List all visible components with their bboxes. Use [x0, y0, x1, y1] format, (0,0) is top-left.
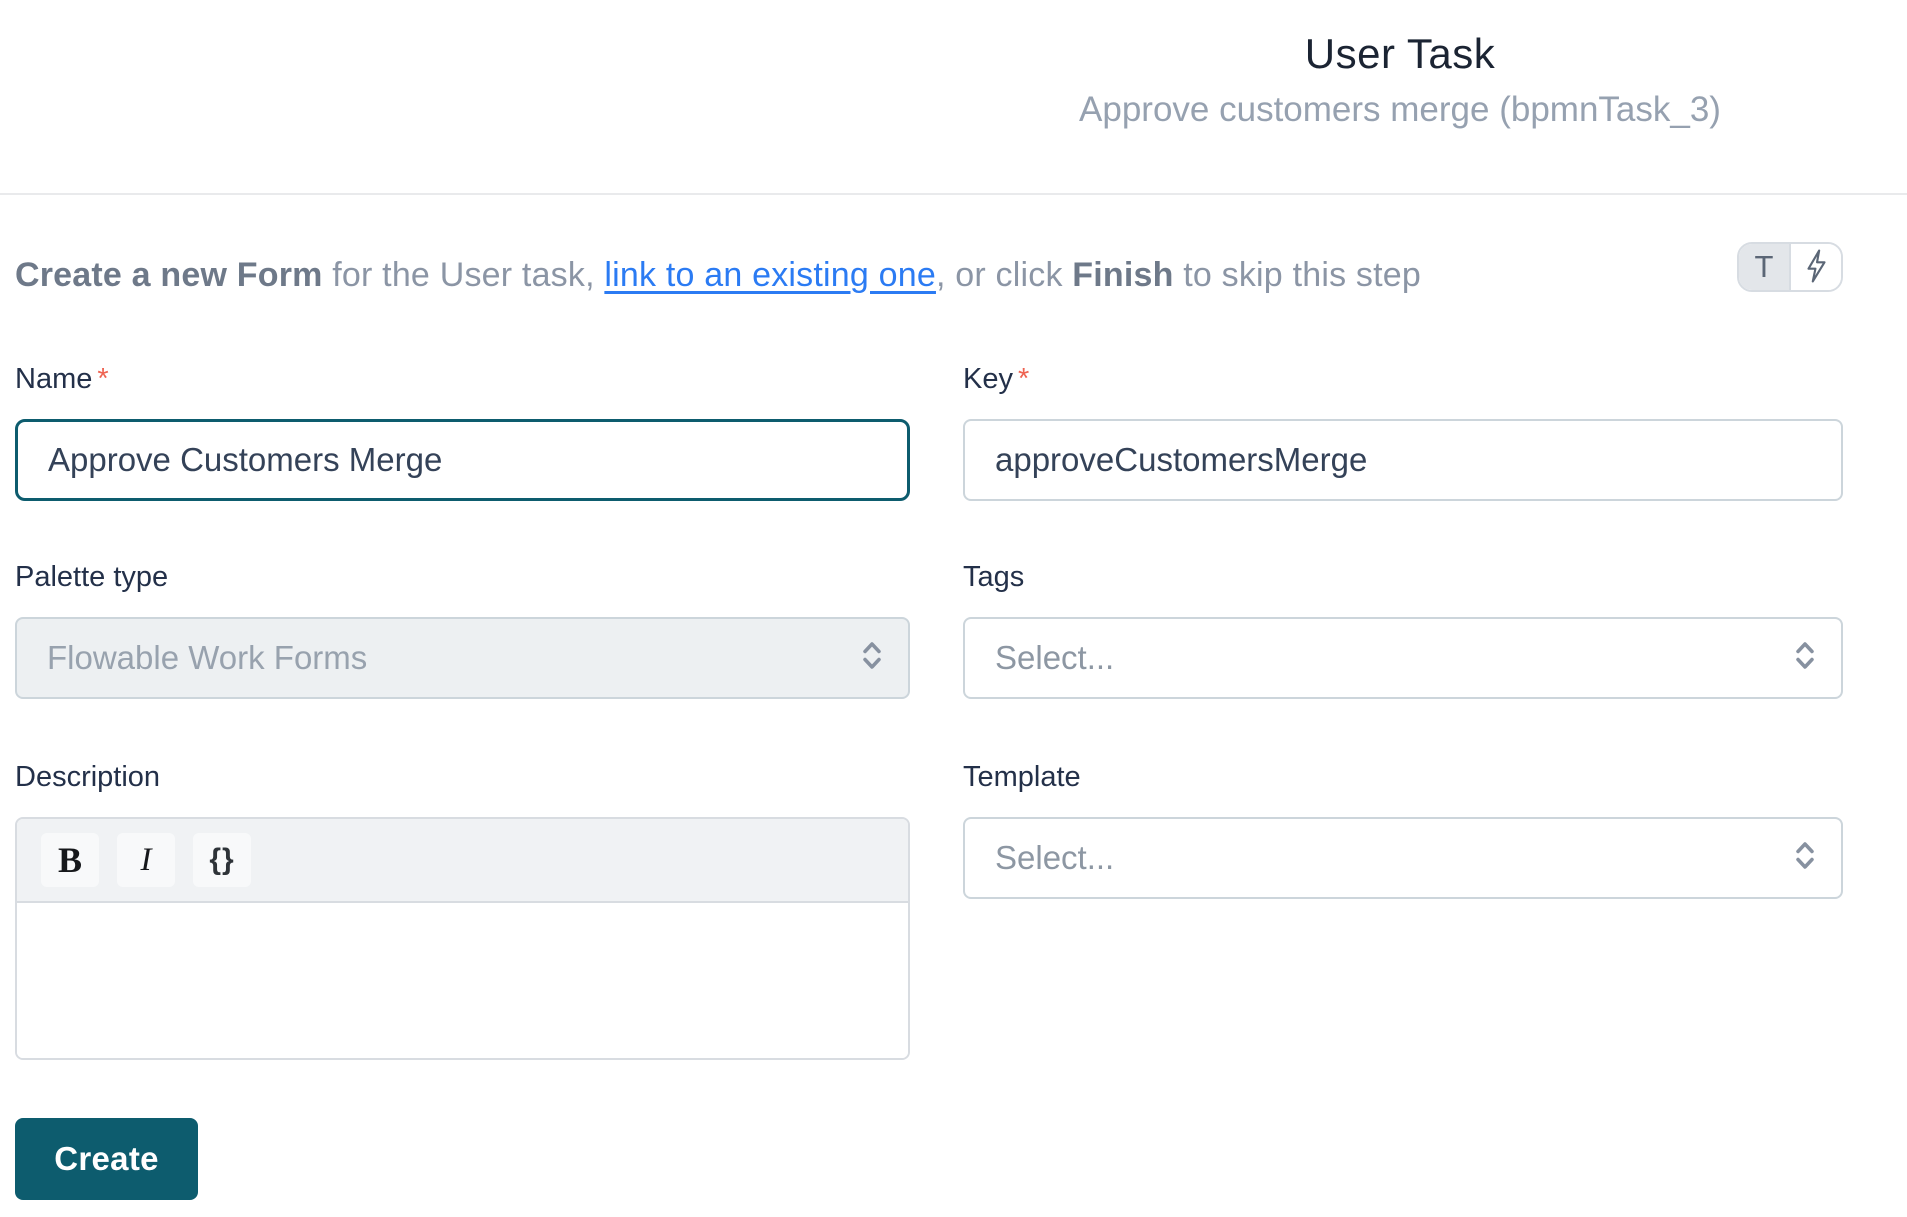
text-mode-icon: T [1754, 249, 1774, 284]
template-placeholder: Select... [995, 839, 1115, 876]
key-label: Key * [963, 362, 1843, 396]
name-label: Name * [15, 362, 910, 396]
description-label: Description [15, 761, 161, 793]
palette-type-field: Palette type Flowable Work Forms [15, 560, 910, 699]
description-field: Description B I {} [15, 760, 910, 1060]
link-existing-form[interactable]: link to an existing one [604, 256, 936, 294]
intro-bold-create-form: Create a new Form [15, 256, 323, 294]
bold-button[interactable]: B [41, 833, 99, 887]
intro-text-part3: to skip this step [1173, 256, 1421, 294]
intro-text: Create a new Form for the User task, lin… [15, 256, 1675, 295]
tags-select[interactable]: Select... [963, 617, 1843, 699]
template-field: Template Select... [963, 760, 1843, 899]
intro-text-part2: , or click [935, 256, 1073, 294]
palette-type-select[interactable]: Flowable Work Forms [15, 617, 910, 699]
description-content[interactable] [17, 903, 908, 1058]
lightning-bolt-icon [1803, 249, 1830, 286]
form-create-page: User Task Approve customers merge (bpmnT… [0, 0, 1907, 1217]
palette-type-value: Flowable Work Forms [47, 639, 368, 676]
editor-mode-toggle: T [1737, 242, 1843, 292]
name-label-text: Name [15, 363, 93, 395]
palette-type-label: Palette type [15, 561, 169, 593]
template-label: Template [963, 761, 1081, 793]
header-divider [0, 193, 1907, 195]
intro-text-part1: for the User task, [322, 256, 605, 294]
chevron-updown-icon [1793, 838, 1817, 879]
chevron-updown-icon [860, 638, 884, 679]
page-title: User Task [1304, 30, 1496, 77]
name-input[interactable] [15, 419, 910, 501]
tags-label: Tags [963, 561, 1025, 593]
header: User Task Approve customers merge (bpmnT… [893, 30, 1907, 130]
required-asterisk: * [97, 363, 109, 395]
key-field: Key * [963, 362, 1843, 501]
page-subtitle: Approve customers merge (bpmnTask_3) [1079, 90, 1721, 129]
key-label-text: Key [963, 363, 1013, 395]
tags-field: Tags Select... [963, 560, 1843, 699]
chevron-updown-icon [1793, 638, 1817, 679]
required-asterisk: * [1017, 363, 1030, 395]
editor-toolbar: B I {} [17, 819, 908, 903]
intro-bold-finish: Finish [1072, 256, 1174, 294]
template-select[interactable]: Select... [963, 817, 1843, 899]
name-field: Name * [15, 362, 910, 501]
expression-mode-button[interactable] [1791, 244, 1841, 290]
create-button[interactable]: Create [15, 1118, 198, 1200]
tags-placeholder: Select... [995, 639, 1115, 676]
text-mode-button[interactable]: T [1739, 244, 1791, 290]
italic-button[interactable]: I [117, 833, 175, 887]
braces-button[interactable]: {} [193, 833, 251, 887]
key-input[interactable] [963, 419, 1843, 501]
description-editor: B I {} [15, 817, 910, 1060]
